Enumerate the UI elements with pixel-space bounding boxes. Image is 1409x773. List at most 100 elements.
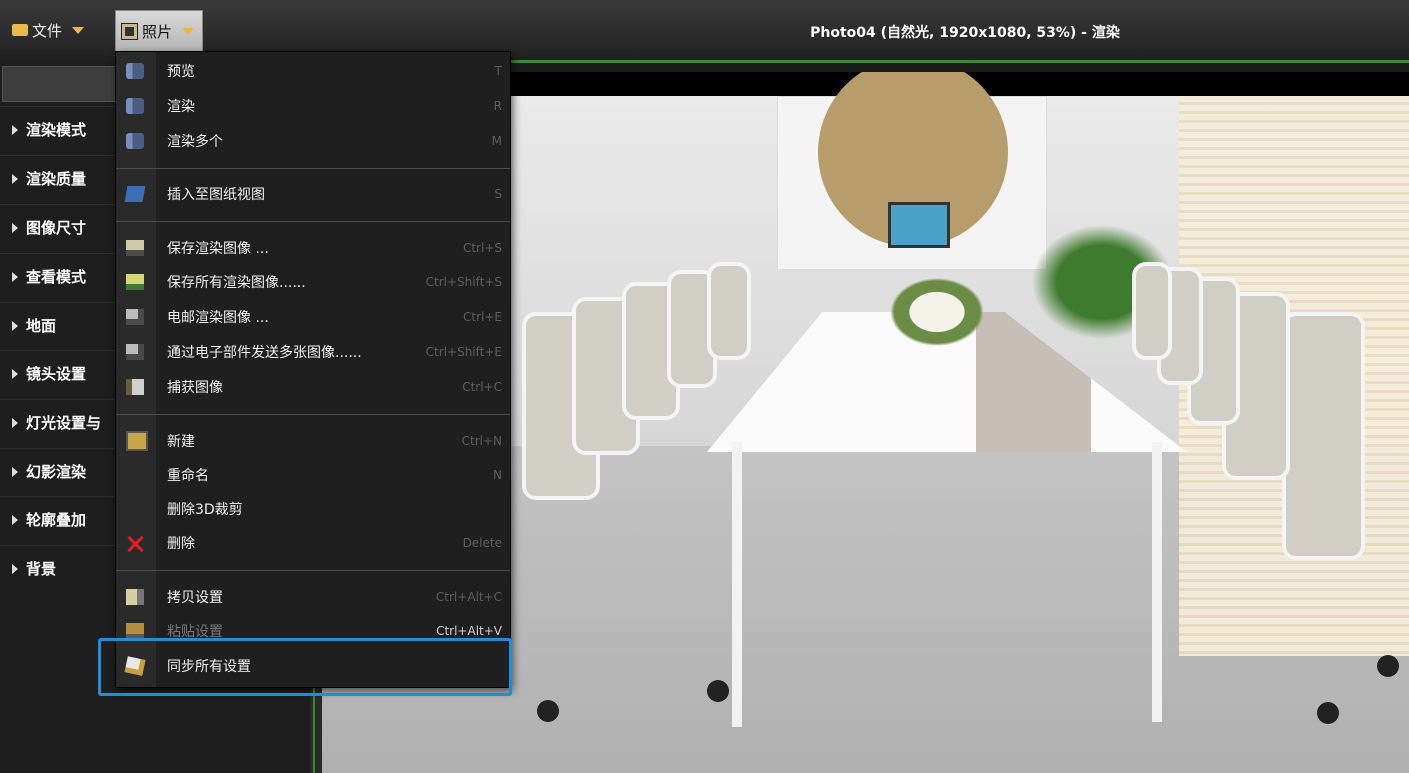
menu-item-label: 捕获图像 — [167, 380, 223, 396]
menu-separator — [116, 221, 510, 222]
render-wall-poster — [777, 72, 1047, 270]
menu-item-shortcut: Ctrl+Shift+E — [425, 345, 502, 359]
photo-dropdown-menu: 预览 T 渲染 R 渲染多个 M 插入至图纸视图 S 保存渲染图像 ... Ct… — [115, 51, 511, 688]
menu-item-label: 通过电子部件发送多张图像...... — [167, 345, 362, 361]
expand-arrow-icon — [12, 222, 18, 233]
chair-wheel — [1317, 702, 1339, 724]
menu-item-email-multiple[interactable]: 通过电子部件发送多张图像...... Ctrl+Shift+E — [116, 335, 510, 369]
poster-laptop — [888, 202, 950, 248]
expand-arrow-icon — [12, 514, 18, 525]
menu-item-label: 删除 — [167, 536, 195, 552]
new-icon — [126, 431, 148, 451]
file-menu-label: 文件 — [32, 21, 63, 40]
camera-render-icon — [126, 98, 144, 114]
panel-section-label: 地面 — [26, 317, 57, 335]
menu-separator — [116, 570, 510, 571]
menu-item-save-all-renders[interactable]: 保存所有渲染图像...... Ctrl+Shift+S — [116, 265, 510, 299]
panel-section-label: 背景 — [26, 560, 57, 578]
menu-item-capture[interactable]: 捕获图像 Ctrl+C — [116, 370, 510, 404]
menu-separator — [116, 414, 510, 415]
file-menu-button[interactable]: 文件 — [12, 12, 85, 48]
paste-icon — [126, 623, 144, 639]
menu-item-insert-sheet[interactable]: 插入至图纸视图 S — [116, 177, 510, 211]
expand-arrow-icon — [12, 563, 18, 574]
render-chair — [1132, 262, 1172, 360]
panel-section-label: 图像尺寸 — [26, 219, 87, 237]
menu-item-render[interactable]: 渲染 R — [116, 89, 510, 123]
menu-item-shortcut: Ctrl+Alt+C — [435, 590, 502, 604]
menu-item-shortcut: Ctrl+E — [463, 310, 502, 324]
expand-arrow-icon — [12, 320, 18, 331]
delete-icon — [126, 535, 144, 551]
menu-item-label: 渲染多个 — [167, 134, 223, 150]
menu-item-label: 删除3D裁剪 — [167, 502, 243, 518]
email-multiple-icon — [126, 344, 144, 360]
menu-item-shortcut: Ctrl+Alt+V — [436, 624, 502, 638]
email-icon — [126, 309, 144, 325]
menu-separator — [116, 168, 510, 169]
menu-item-shortcut: Ctrl+N — [461, 434, 502, 448]
panel-section-label: 幻影渲染 — [26, 463, 87, 481]
chair-wheel — [707, 680, 729, 702]
expand-arrow-icon — [12, 124, 18, 135]
panel-section-label: 渲染模式 — [26, 121, 87, 139]
render-chair — [1282, 312, 1365, 560]
save-all-icon — [126, 274, 144, 290]
copy-icon — [126, 589, 144, 605]
menu-item-label: 预览 — [167, 64, 195, 80]
save-icon — [126, 240, 144, 256]
camera-render-multiple-icon — [126, 133, 144, 149]
folder-icon — [12, 24, 28, 36]
window-title: Photo04 (自然光, 1920x1080, 53%) - 渲染 — [810, 25, 1120, 41]
table-leg — [732, 442, 742, 727]
expand-arrow-icon — [12, 368, 18, 379]
photo-menu-button[interactable]: 照片 — [115, 10, 204, 52]
menu-item-shortcut: M — [491, 134, 502, 148]
menu-item-shortcut: S — [494, 187, 502, 201]
menu-item-shortcut: N — [493, 468, 502, 482]
chair-wheel — [1377, 655, 1399, 677]
menu-item-copy-settings[interactable]: 拷贝设置 Ctrl+Alt+C — [116, 580, 510, 614]
film-icon — [121, 22, 138, 40]
insert-icon — [124, 186, 146, 202]
menu-item-label: 保存渲染图像 ... — [167, 241, 269, 257]
menu-item-shortcut: Ctrl+C — [462, 380, 502, 394]
menu-item-delete-3d-crop[interactable]: 删除3D裁剪 — [116, 492, 510, 526]
panel-section-label: 渲染质量 — [26, 170, 87, 188]
menu-item-shortcut: Ctrl+S — [462, 241, 502, 255]
menu-item-shortcut: Ctrl+Shift+S — [425, 275, 502, 289]
menu-item-preview[interactable]: 预览 T — [116, 54, 510, 88]
menu-item-shortcut: Delete — [462, 536, 502, 550]
menu-item-shortcut: R — [493, 99, 502, 113]
menu-item-new[interactable]: 新建 Ctrl+N — [116, 424, 510, 458]
camera-preview-icon — [126, 63, 144, 79]
chevron-down-icon — [72, 26, 85, 34]
chair-wheel — [537, 700, 559, 722]
menu-item-label: 保存所有渲染图像...... — [167, 275, 306, 291]
chevron-down-icon — [182, 27, 195, 35]
render-flowers — [882, 272, 992, 352]
expand-arrow-icon — [12, 173, 18, 184]
menu-item-rename[interactable]: 重命名 N — [116, 458, 510, 492]
panel-section-label: 轮廓叠加 — [26, 511, 87, 529]
panel-section-label: 镜头设置 — [26, 365, 87, 383]
menu-item-label: 重命名 — [167, 468, 209, 484]
panel-section-label: 灯光设置与 — [26, 414, 102, 432]
panel-section-label: 查看模式 — [26, 268, 87, 286]
menu-item-label: 渲染 — [167, 99, 195, 115]
expand-arrow-icon — [12, 271, 18, 282]
highlight-box — [98, 638, 512, 696]
menu-item-render-multiple[interactable]: 渲染多个 M — [116, 124, 510, 158]
table-leg — [1152, 442, 1162, 722]
menu-item-label: 电邮渲染图像 ... — [167, 310, 269, 326]
menu-item-label: 拷贝设置 — [167, 590, 223, 606]
capture-icon — [126, 379, 144, 395]
menu-item-delete[interactable]: 删除 Delete — [116, 526, 510, 560]
expand-arrow-icon — [12, 417, 18, 428]
menu-item-save-render[interactable]: 保存渲染图像 ... Ctrl+S — [116, 231, 510, 265]
menu-item-email-render[interactable]: 电邮渲染图像 ... Ctrl+E — [116, 300, 510, 334]
photo-menu-label: 照片 — [142, 22, 173, 41]
menu-item-shortcut: T — [494, 64, 502, 78]
expand-arrow-icon — [12, 466, 18, 477]
render-chair — [707, 262, 751, 360]
